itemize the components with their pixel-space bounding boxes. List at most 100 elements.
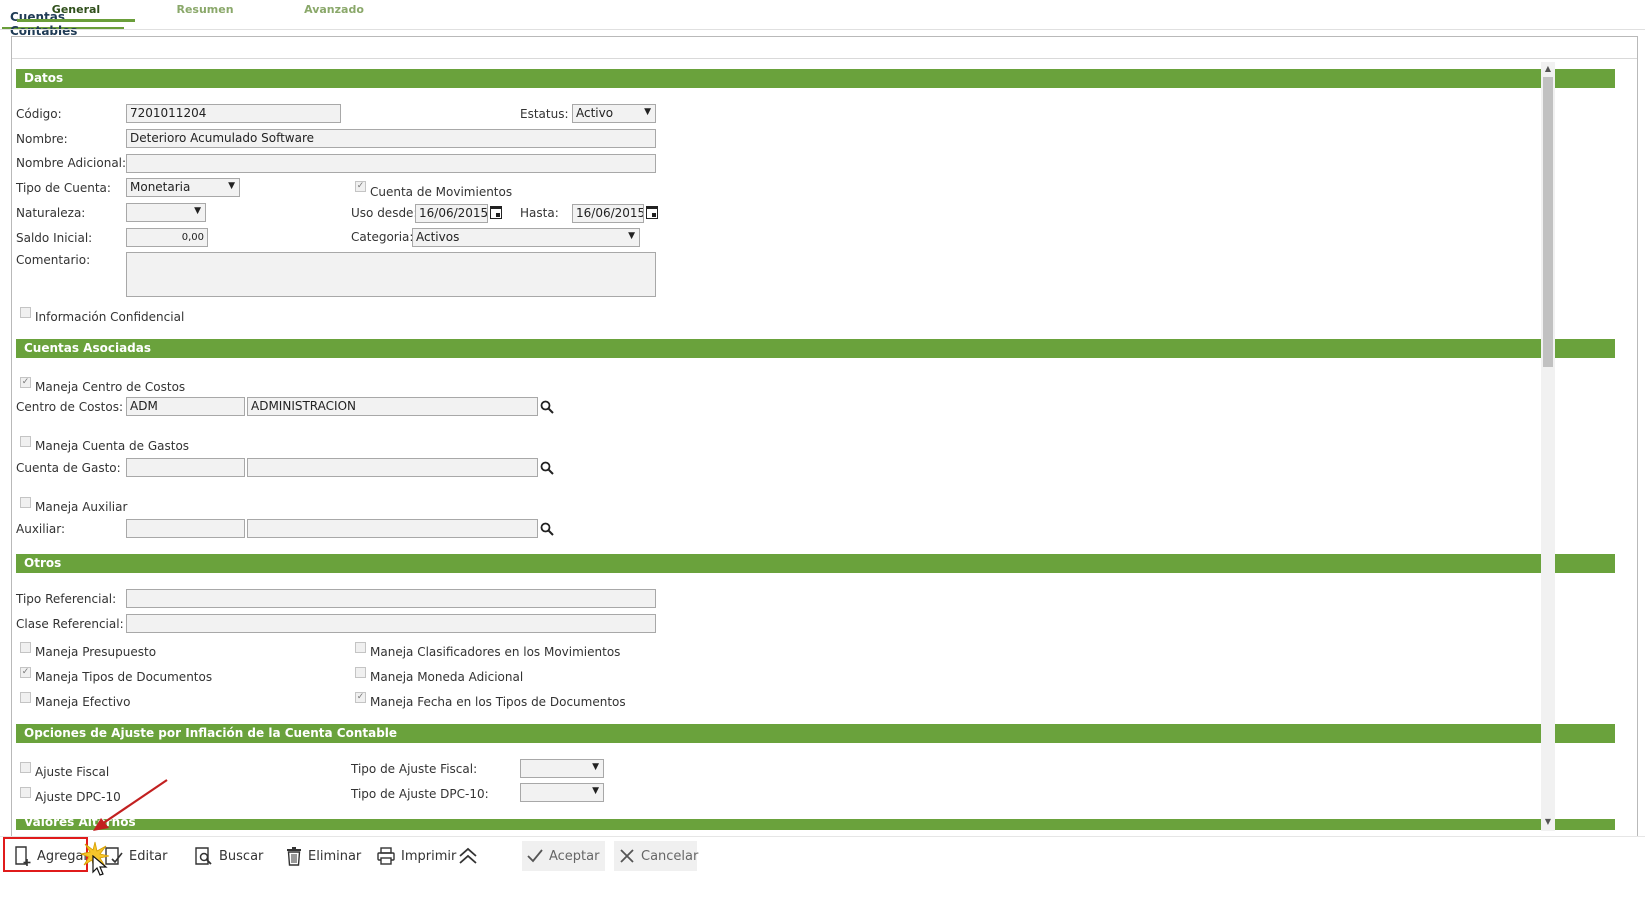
info-confidencial-checkbox[interactable] <box>20 307 31 318</box>
saldo-inicial-label: Saldo Inicial: <box>16 231 93 245</box>
chevron-down-icon: ▼ <box>194 206 201 216</box>
categoria-select[interactable]: Activos ▼ <box>412 228 640 247</box>
tipo-cuenta-select[interactable]: Monetaria ▼ <box>126 178 240 197</box>
tipo-ajuste-fiscal-select[interactable]: ▼ <box>520 759 604 778</box>
section-datos: Datos <box>16 69 1615 88</box>
ajuste-fiscal-checkbox[interactable] <box>20 762 31 773</box>
tipo-ajuste-fiscal-label: Tipo de Ajuste Fiscal: <box>351 762 478 776</box>
tab-resumen[interactable]: Resumen <box>146 3 264 22</box>
search-document-icon <box>195 847 212 865</box>
search-icon[interactable] <box>540 522 554 536</box>
nombre-input[interactable]: Deterioro Acumulado Software <box>126 129 656 148</box>
imprimir-button[interactable]: Imprimir <box>372 841 460 871</box>
buscar-button[interactable]: Buscar <box>190 841 267 871</box>
trash-icon <box>287 847 301 866</box>
tipo-cuenta-label: Tipo de Cuenta: <box>16 181 111 195</box>
centro-costos-code-input[interactable]: ADM <box>126 397 245 416</box>
tipos-docs-checkbox[interactable]: ✓ <box>20 667 31 678</box>
calendar-icon[interactable] <box>490 206 502 219</box>
calendar-icon[interactable] <box>646 206 658 219</box>
imprimir-label: Imprimir <box>401 848 457 864</box>
chevron-down-icon: ▼ <box>228 181 235 191</box>
top-divider <box>0 29 1645 30</box>
maneja-centro-label: Maneja Centro de Costos <box>35 380 186 394</box>
centro-costos-name-input[interactable]: ADMINISTRACION <box>247 397 538 416</box>
section-otros: Otros <box>16 554 1615 573</box>
chevron-down-icon: ▼ <box>644 107 651 117</box>
auxiliar-label: Auxiliar: <box>16 522 66 536</box>
nombre-adicional-input[interactable] <box>126 154 656 173</box>
highlight-box <box>3 837 88 872</box>
clasificadores-checkbox[interactable] <box>355 642 366 653</box>
double-chevron-up-icon <box>459 847 477 864</box>
cancelar-button[interactable]: Cancelar <box>614 841 699 871</box>
clase-referencial-input[interactable] <box>126 614 656 633</box>
aceptar-button[interactable]: Aceptar <box>522 841 605 871</box>
auxiliar-name-input[interactable] <box>247 519 538 538</box>
chevron-down-icon: ▼ <box>592 786 599 796</box>
scroll-down-arrow-icon[interactable]: ▼ <box>1541 815 1555 829</box>
auxiliar-code-input[interactable] <box>126 519 245 538</box>
moneda-checkbox[interactable] <box>355 667 366 678</box>
estatus-select[interactable]: Activo ▼ <box>572 104 656 123</box>
close-icon <box>620 849 634 863</box>
subtab-bar <box>12 37 1637 59</box>
centro-costos-label: Centro de Costos: <box>16 400 124 414</box>
estatus-value: Activo <box>576 106 614 120</box>
tipo-ajuste-dpc-label: Tipo de Ajuste DPC-10: <box>351 787 489 801</box>
efectivo-label: Maneja Efectivo <box>35 695 131 709</box>
efectivo-checkbox[interactable] <box>20 692 31 703</box>
collapse-button[interactable] <box>453 841 483 871</box>
search-icon[interactable] <box>540 461 554 475</box>
categoria-label: Categoria: <box>351 230 414 244</box>
saldo-inicial-input[interactable]: 0,00 <box>126 228 208 247</box>
codigo-input[interactable]: 7201011204 <box>126 104 341 123</box>
ajuste-dpc-checkbox[interactable] <box>20 787 31 798</box>
eliminar-label: Eliminar <box>308 848 362 864</box>
presupuesto-checkbox[interactable] <box>20 642 31 653</box>
comentario-textarea[interactable] <box>126 252 656 297</box>
eliminar-button[interactable]: Eliminar <box>281 841 365 871</box>
chevron-down-icon: ▼ <box>628 231 635 241</box>
maneja-auxiliar-label: Maneja Auxiliar <box>35 500 128 514</box>
codigo-label: Código: <box>16 107 62 121</box>
search-icon[interactable] <box>540 400 554 414</box>
tipo-referencial-input[interactable] <box>126 589 656 608</box>
info-confidencial-label: Información Confidencial <box>35 310 185 324</box>
maneja-gastos-checkbox[interactable] <box>20 436 31 447</box>
tipos-docs-label: Maneja Tipos de Documentos <box>35 670 213 684</box>
cuenta-gasto-label: Cuenta de Gasto: <box>16 461 121 475</box>
naturaleza-label: Naturaleza: <box>16 206 86 220</box>
cuenta-gasto-code-input[interactable] <box>126 458 245 477</box>
comentario-label: Comentario: <box>16 253 91 267</box>
cuenta-gasto-name-input[interactable] <box>247 458 538 477</box>
tipo-ajuste-dpc-select[interactable]: ▼ <box>520 783 604 802</box>
section-ajuste-inflacion: Opciones de Ajuste por Inflación de la C… <box>16 724 1615 743</box>
mouse-cursor-icon <box>92 855 108 876</box>
uso-desde-input[interactable]: 16/06/2015 <box>415 204 488 223</box>
cuenta-movimientos-checkbox[interactable]: ✓ <box>355 181 366 192</box>
buscar-label: Buscar <box>219 848 264 864</box>
naturaleza-select[interactable]: ▼ <box>126 203 206 222</box>
clasificadores-label: Maneja Clasificadores en los Movimientos <box>370 645 621 659</box>
editar-label: Editar <box>129 848 168 864</box>
nombre-adicional-label: Nombre Adicional: <box>16 156 127 170</box>
maneja-auxiliar-checkbox[interactable] <box>20 497 31 508</box>
hasta-input[interactable]: 16/06/2015 <box>572 204 644 223</box>
fecha-docs-checkbox[interactable]: ✓ <box>355 692 366 703</box>
categoria-value: Activos <box>416 230 460 244</box>
uso-desde-label: Uso desde: <box>351 206 418 220</box>
moneda-label: Maneja Moneda Adicional <box>370 670 524 684</box>
check-icon <box>527 849 543 863</box>
tab-avanzado[interactable]: Avanzado <box>275 3 393 22</box>
presupuesto-label: Maneja Presupuesto <box>35 645 157 659</box>
tab-general[interactable]: General <box>17 3 135 22</box>
scroll-up-arrow-icon[interactable]: ▲ <box>1541 62 1555 76</box>
cancelar-label: Cancelar <box>641 848 699 864</box>
scrollbar-thumb[interactable] <box>1543 77 1553 367</box>
printer-icon <box>377 847 395 865</box>
editar-button[interactable]: Editar <box>100 841 172 871</box>
chevron-down-icon: ▼ <box>592 762 599 772</box>
hasta-label: Hasta: <box>520 206 559 220</box>
maneja-centro-checkbox[interactable]: ✓ <box>20 377 31 388</box>
